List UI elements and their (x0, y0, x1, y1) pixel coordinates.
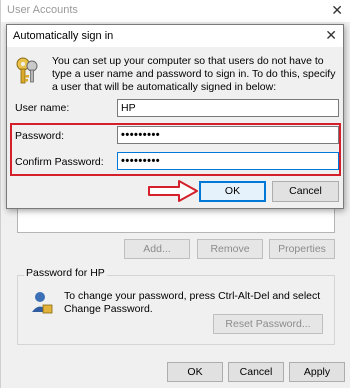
auto-sign-in-dialog: Automatically sign in ✕ You can set up y… (6, 24, 344, 209)
password-group-label: Password for HP (24, 267, 107, 279)
user-name-field[interactable]: HP (117, 99, 339, 117)
dialog-close-icon[interactable]: ✕ (325, 27, 337, 44)
dialog-titlebar: Automatically sign in ✕ (7, 25, 343, 47)
user-name-label: User name: (15, 102, 70, 114)
dialog-ok-button[interactable]: OK (199, 181, 266, 202)
reset-password-button[interactable]: Reset Password... (213, 314, 323, 334)
footer-apply-button[interactable]: Apply (289, 362, 345, 382)
remove-button[interactable]: Remove (197, 239, 263, 259)
add-button[interactable]: Add... (124, 239, 190, 259)
close-icon[interactable]: ✕ (331, 2, 343, 19)
user-accounts-title: User Accounts (7, 4, 78, 16)
password-highlight-box (10, 123, 341, 176)
change-password-text: To change your password, press Ctrl-Alt-… (64, 290, 321, 315)
user-accounts-titlebar: User Accounts ✕ (1, 0, 350, 22)
properties-button[interactable]: Properties (269, 239, 335, 259)
footer-cancel-button[interactable]: Cancel (228, 362, 284, 382)
keys-icon (16, 57, 38, 84)
dialog-description: You can set up your computer so that use… (52, 55, 336, 93)
footer-ok-button[interactable]: OK (167, 362, 223, 382)
red-arrow-icon (148, 180, 198, 202)
dialog-title: Automatically sign in (13, 30, 114, 42)
user-key-icon (32, 292, 53, 314)
dialog-cancel-button[interactable]: Cancel (272, 181, 339, 202)
